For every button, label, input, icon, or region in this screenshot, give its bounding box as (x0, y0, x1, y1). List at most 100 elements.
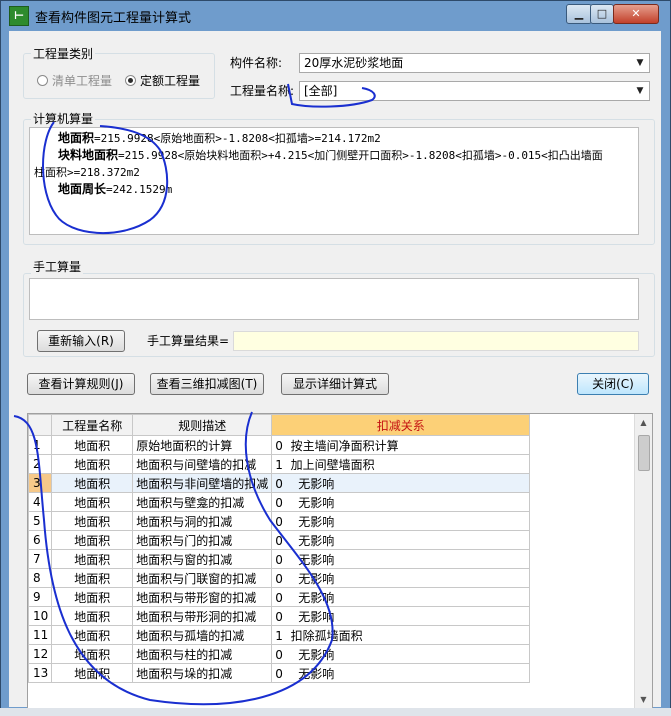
relation-text: 无影响 (298, 514, 335, 529)
column-header[interactable] (28, 414, 53, 436)
relation-cell[interactable]: 0 无影响 (271, 663, 531, 683)
table-row[interactable]: 4 地面积 地面积与壁龛的扣减 0 无影响 (28, 492, 531, 512)
scroll-down-icon[interactable]: ▼ (635, 691, 652, 708)
rule-cell: 地面积与垛的扣减 (132, 663, 273, 683)
radio-bill-indicator (37, 75, 48, 86)
title-bar[interactable]: ⊢ 查看构件图元工程量计算式 ▁ □ ✕ (1, 1, 670, 29)
table-row[interactable]: 5 地面积 地面积与洞的扣减 0 无影响 (28, 511, 531, 531)
qty-cell: 地面积 (51, 587, 134, 607)
relation-cell[interactable]: 1 扣除孤墙面积 (271, 625, 531, 645)
close-button[interactable]: 关闭(C) (577, 373, 649, 395)
row-number: 10 (28, 606, 53, 626)
rule-cell: 地面积与带形洞的扣减 (132, 606, 273, 626)
quantity-name-value: [全部] (304, 84, 338, 98)
table-row[interactable]: 12 地面积 地面积与柱的扣减 0 无影响 (28, 644, 531, 664)
qty-cell: 地面积 (51, 492, 134, 512)
relation-cell[interactable]: 0 无影响 (271, 492, 531, 512)
table-row[interactable]: 7 地面积 地面积与窗的扣减 0 无影响 (28, 549, 531, 569)
calc-line: 地面积=215.9928<原始地面积>-1.8208<扣孤墙>=214.172m… (34, 130, 634, 147)
table-row[interactable]: 8 地面积 地面积与门联窗的扣减 0 无影响 (28, 568, 531, 588)
calc-line-expr: 柱面积>=218.372m2 (34, 166, 140, 179)
radio-bill-quantity[interactable]: 清单工程量 (37, 72, 112, 89)
maximize-icon[interactable]: □ (590, 4, 614, 24)
relation-cell[interactable]: 0 无影响 (271, 606, 531, 626)
rule-cell: 地面积与间壁墙的扣减 (132, 454, 273, 474)
relation-text: 加上间壁墙面积 (290, 457, 375, 472)
relation-code: 0 (275, 590, 283, 605)
rule-cell: 原始地面积的计算 (132, 435, 273, 455)
table-row[interactable]: 10 地面积 地面积与带形洞的扣减 0 无影响 (28, 606, 531, 626)
deduction-table: 工程量名称 规则描述 扣减关系 1 地面积 原始地面积的计算 0 按主墙间净面积计算 … (28, 414, 531, 683)
column-header[interactable]: 工程量名称 (51, 414, 134, 436)
table-row[interactable]: 2 地面积 地面积与间壁墙的扣减 1 加上间壁墙面积 (28, 454, 531, 474)
relation-cell[interactable]: 0 无影响 (271, 511, 531, 531)
table-row[interactable]: 3 地面积 地面积与非间壁墙的扣减 0 无影响 (28, 473, 531, 493)
table-header: 工程量名称 规则描述 扣减关系 (28, 414, 531, 436)
row-number: 8 (28, 568, 53, 588)
qty-cell: 地面积 (51, 568, 134, 588)
rule-cell: 地面积与柱的扣减 (132, 644, 273, 664)
relation-cell[interactable]: 1 加上间壁墙面积 (271, 454, 531, 474)
calc-line-expr: =242.1529m (106, 183, 173, 196)
reenter-button[interactable]: 重新输入(R) (37, 330, 125, 352)
row-number: 4 (28, 492, 53, 512)
rule-cell: 地面积与门联窗的扣减 (132, 568, 273, 588)
relation-text: 无影响 (298, 590, 335, 605)
column-header[interactable]: 规则描述 (132, 414, 273, 436)
relation-text: 无影响 (298, 533, 335, 548)
manual-result-field[interactable] (233, 331, 639, 351)
relation-cell[interactable]: 0 按主墙间净面积计算 (271, 435, 531, 455)
grid-scrollbar[interactable]: ▲ ▼ (634, 414, 652, 708)
table-row[interactable]: 9 地面积 地面积与带形窗的扣减 0 无影响 (28, 587, 531, 607)
component-name-select[interactable]: 20厚水泥砂浆地面 ▼ (299, 53, 650, 73)
view-rules-button[interactable]: 查看计算规则(J) (27, 373, 135, 395)
relation-cell[interactable]: 0 无影响 (271, 530, 531, 550)
manual-calc-legend: 手工算量 (31, 260, 84, 274)
component-name-value: 20厚水泥砂浆地面 (304, 56, 404, 70)
table-row[interactable]: 6 地面积 地面积与门的扣减 0 无影响 (28, 530, 531, 550)
row-number: 1 (28, 435, 53, 455)
chevron-down-icon: ▼ (636, 86, 644, 96)
relation-cell[interactable]: 0 无影响 (271, 644, 531, 664)
rule-cell: 地面积与窗的扣减 (132, 549, 273, 569)
qty-cell: 地面积 (51, 435, 134, 455)
manual-calc-input[interactable] (29, 278, 639, 320)
relation-text: 无影响 (298, 666, 335, 681)
table-row[interactable]: 11 地面积 地面积与孤墙的扣减 1 扣除孤墙面积 (28, 625, 531, 645)
computer-calc-output[interactable]: 地面积=215.9928<原始地面积>-1.8208<扣孤墙>=214.172m… (29, 127, 639, 235)
relation-text: 扣除孤墙面积 (290, 628, 363, 643)
rule-cell: 地面积与门的扣减 (132, 530, 273, 550)
column-header[interactable]: 扣减关系 (271, 414, 531, 436)
radio-quota-indicator (125, 75, 136, 86)
show-detail-button[interactable]: 显示详细计算式 (281, 373, 389, 395)
relation-code: 1 (275, 457, 283, 472)
relation-cell[interactable]: 0 无影响 (271, 568, 531, 588)
scroll-up-icon[interactable]: ▲ (635, 414, 652, 431)
close-icon[interactable]: ✕ (613, 4, 659, 24)
row-number: 7 (28, 549, 53, 569)
minimize-icon[interactable]: ▁ (566, 4, 592, 24)
relation-cell[interactable]: 0 无影响 (271, 549, 531, 569)
row-number: 12 (28, 644, 53, 664)
calc-line-key: 地面积 (58, 131, 95, 145)
qty-cell: 地面积 (51, 549, 134, 569)
calc-line-expr: =215.9928<原始块料地面积>+4.215<加门侧壁开口面积>-1.820… (118, 149, 603, 162)
quantity-name-select[interactable]: [全部] ▼ (299, 81, 650, 101)
calc-line: 柱面积>=218.372m2 (34, 164, 634, 181)
deduction-grid[interactable]: 工程量名称 规则描述 扣减关系 1 地面积 原始地面积的计算 0 按主墙间净面积计算 … (27, 413, 653, 711)
radio-quota-quantity[interactable]: 定额工程量 (125, 72, 200, 89)
relation-cell[interactable]: 0 无影响 (271, 587, 531, 607)
relation-text: 无影响 (298, 552, 335, 567)
row-number: 11 (28, 625, 53, 645)
relation-cell[interactable]: 0 无影响 (271, 473, 531, 493)
relation-code: 0 (275, 552, 283, 567)
relation-code: 0 (275, 609, 283, 624)
relation-text: 无影响 (298, 647, 335, 662)
table-row[interactable]: 13 地面积 地面积与垛的扣减 0 无影响 (28, 663, 531, 683)
rule-cell: 地面积与非间壁墙的扣减 (132, 473, 273, 493)
scroll-thumb[interactable] (638, 435, 650, 471)
view-3d-button[interactable]: 查看三维扣减图(T) (150, 373, 264, 395)
calc-line-key: 块料地面积 (58, 148, 119, 162)
manual-result-label: 手工算量结果= (147, 334, 230, 348)
table-row[interactable]: 1 地面积 原始地面积的计算 0 按主墙间净面积计算 (28, 435, 531, 455)
